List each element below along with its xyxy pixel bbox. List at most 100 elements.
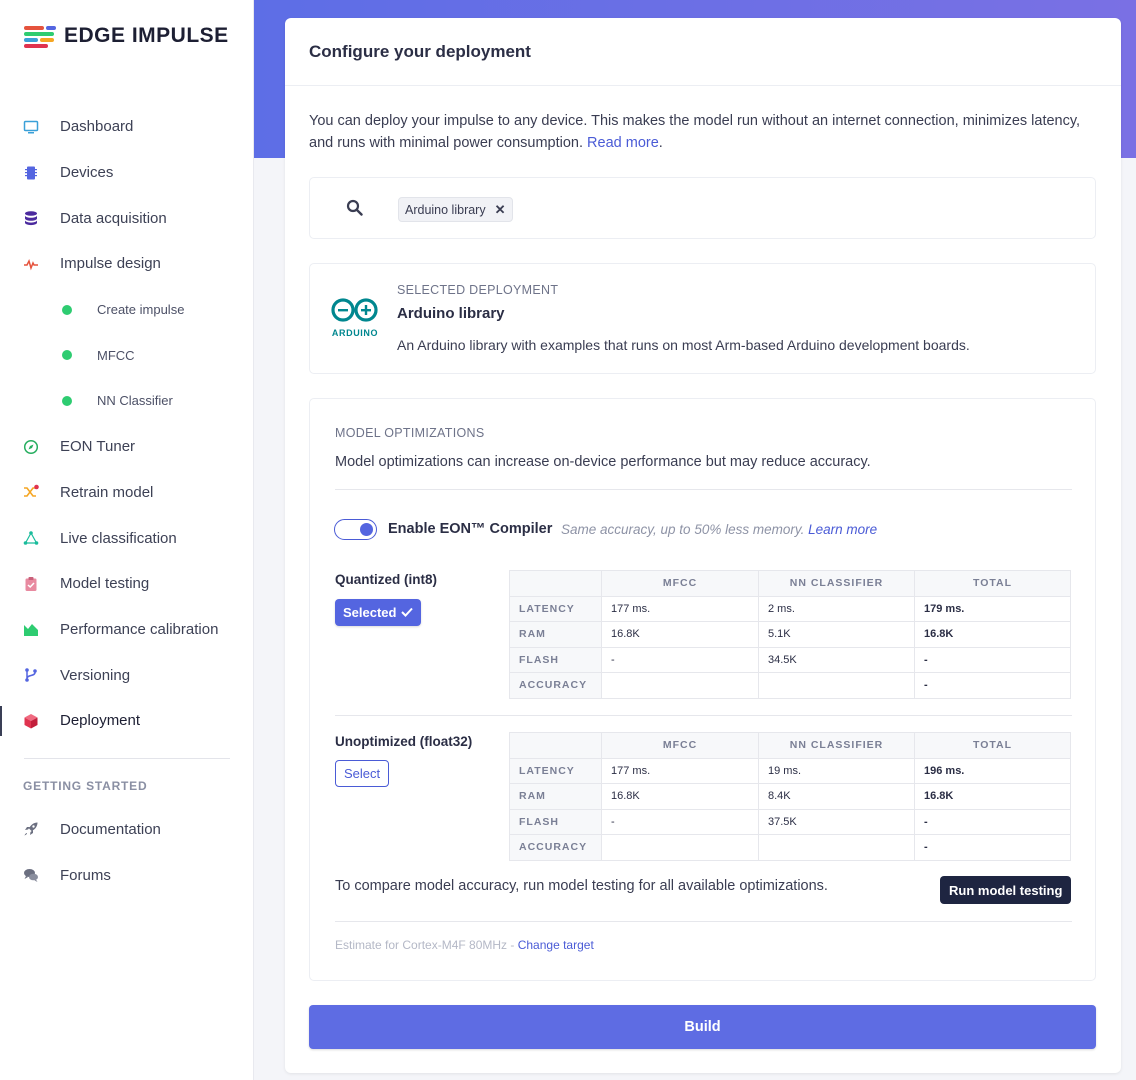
sidebar-item-data-acquisition[interactable]: Data acquisition: [0, 195, 254, 241]
eon-compiler-label: Enable EON™ Compiler: [388, 521, 553, 537]
getting-started-heading: GETTING STARTED: [23, 778, 148, 793]
row-label: FLASH: [509, 646, 602, 673]
chat-icon: [23, 867, 39, 883]
sidebar-item-versioning[interactable]: Versioning: [0, 652, 254, 698]
close-icon[interactable]: ✕: [495, 202, 506, 218]
cell-mfcc: [601, 672, 759, 699]
sidebar-item-label: Versioning: [60, 666, 131, 684]
row-label: LATENCY: [509, 757, 602, 784]
rocket-icon: [23, 821, 39, 837]
cell-mfcc: 16.8K: [601, 783, 759, 810]
intro-body: You can deploy your impulse to any devic…: [309, 113, 1081, 151]
read-more-link[interactable]: Read more: [587, 135, 659, 151]
cell-nn: 2 ms.: [758, 595, 915, 622]
deployment-search[interactable]: Arduino library ✕: [309, 177, 1096, 239]
sidebar-item-label: Live classification: [60, 529, 177, 547]
sidebar-item-label: Retrain model: [60, 483, 154, 501]
sidebar-item-label: Impulse design: [60, 255, 161, 273]
sidebar-item-label: Dashboard: [60, 118, 134, 136]
cell-total: 16.8K: [914, 783, 1071, 810]
status-dot-icon: [62, 395, 72, 406]
model-optimizations-description: Model optimizations can increase on-devi…: [335, 454, 871, 470]
cell-mfcc: -: [601, 646, 759, 673]
table-row: LATENCY 177 ms. 19 ms. 196 ms.: [509, 757, 1071, 784]
selected-deployment-panel: ARDUINO SELECTED DEPLOYMENT Arduino libr…: [309, 263, 1096, 374]
check-icon: [401, 605, 414, 620]
sidebar-item-label: Model testing: [60, 575, 150, 593]
column-header: NN CLASSIFIER: [758, 732, 915, 759]
table-row: FLASH - 37.5K -: [509, 808, 1071, 835]
column-header: MFCC: [601, 570, 759, 597]
selected-deployment-description: An Arduino library with examples that ru…: [397, 337, 970, 353]
database-icon: [23, 210, 39, 226]
sidebar-item-impulse-design[interactable]: Impulse design: [0, 241, 254, 287]
column-header: TOTAL: [914, 570, 1071, 597]
sidebar-item-retrain-model[interactable]: Retrain model: [0, 470, 254, 516]
sidebar-item-performance-calibration[interactable]: Performance calibration: [0, 607, 254, 653]
sidebar-item-eon-tuner[interactable]: EON Tuner: [0, 424, 254, 470]
column-header: MFCC: [601, 732, 759, 759]
brand-logo[interactable]: EDGE IMPULSE: [24, 24, 229, 48]
variant-title-unoptimized: Unoptimized (float32): [335, 734, 473, 749]
metrics-table-unoptimized: MFCC NN CLASSIFIER TOTAL LATENCY 177 ms.…: [509, 732, 1071, 861]
change-target-link[interactable]: Change target: [518, 938, 594, 952]
network-icon: [23, 530, 39, 546]
model-optimizations-label: MODEL OPTIMIZATIONS: [335, 426, 485, 440]
monitor-icon: [23, 119, 39, 135]
cell-total: -: [914, 834, 1071, 861]
row-label: FLASH: [509, 808, 602, 835]
column-header: [509, 570, 602, 597]
cell-mfcc: 177 ms.: [601, 595, 759, 622]
select-button[interactable]: Select: [335, 760, 390, 787]
build-button[interactable]: Build: [309, 1005, 1096, 1049]
metrics-table-quantized: MFCC NN CLASSIFIER TOTAL LATENCY 177 ms.…: [509, 570, 1071, 699]
sidebar-item-dashboard[interactable]: Dashboard: [0, 104, 254, 150]
brand-name: EDGE IMPULSE: [64, 24, 229, 47]
chip-icon: [23, 165, 39, 181]
sidebar-item-label: MFCC: [97, 347, 135, 363]
cube-icon: [23, 713, 39, 729]
row-label: RAM: [509, 783, 602, 810]
arduino-logo-text: ARDUINO: [331, 328, 379, 338]
learn-more-link[interactable]: Learn more: [808, 522, 877, 537]
cell-total: 179 ms.: [914, 595, 1071, 622]
sidebar-item-devices[interactable]: Devices: [0, 150, 254, 196]
divider: [335, 489, 1072, 490]
toggle-knob: [360, 522, 373, 536]
deployment-card: Configure your deployment You can deploy…: [285, 18, 1121, 1073]
cell-mfcc: -: [601, 808, 759, 835]
branch-icon: [23, 667, 39, 683]
selected-button-label: Selected: [343, 605, 397, 620]
sidebar-item-label: Documentation: [60, 820, 161, 838]
cell-total: -: [914, 672, 1071, 699]
sidebar-item-create-impulse[interactable]: Create impulse: [0, 287, 254, 333]
table-row: RAM 16.8K 8.4K 16.8K: [509, 783, 1071, 810]
status-dot-icon: [62, 350, 72, 361]
compare-text: To compare model accuracy, run model tes…: [335, 878, 828, 894]
sidebar-item-forums[interactable]: Forums: [0, 852, 254, 898]
cell-nn: 19 ms.: [758, 757, 915, 784]
sidebar-item-documentation[interactable]: Documentation: [0, 807, 254, 853]
sidebar-item-live-classification[interactable]: Live classification: [0, 515, 254, 561]
cell-total: -: [914, 646, 1071, 673]
search-icon: [346, 199, 363, 221]
row-label: LATENCY: [509, 595, 602, 622]
sidebar-item-model-testing[interactable]: Model testing: [0, 561, 254, 607]
sidebar-item-deployment[interactable]: Deployment: [0, 698, 254, 744]
shuffle-icon: [23, 484, 39, 500]
run-model-testing-button[interactable]: Run model testing: [940, 876, 1072, 904]
arduino-logo: ARDUINO: [328, 298, 382, 338]
model-optimizations-panel: MODEL OPTIMIZATIONS Model optimizations …: [309, 398, 1096, 981]
pulse-icon: [23, 256, 39, 272]
row-label: RAM: [509, 621, 602, 648]
cell-total: 196 ms.: [914, 757, 1071, 784]
selected-button[interactable]: Selected: [335, 599, 422, 626]
eon-compiler-toggle[interactable]: [334, 519, 377, 540]
table-row: RAM 16.8K 5.1K 16.8K: [509, 621, 1071, 648]
selected-deployment-title: Arduino library: [397, 305, 505, 322]
sidebar-item-nn-classifier[interactable]: NN Classifier: [0, 378, 254, 424]
row-label: ACCURACY: [509, 834, 602, 861]
sidebar-item-mfcc[interactable]: MFCC: [0, 332, 254, 378]
eon-hint-text: Same accuracy, up to 50% less memory.: [561, 522, 805, 537]
estimate-text: Estimate for Cortex-M4F 80MHz -: [335, 938, 515, 952]
